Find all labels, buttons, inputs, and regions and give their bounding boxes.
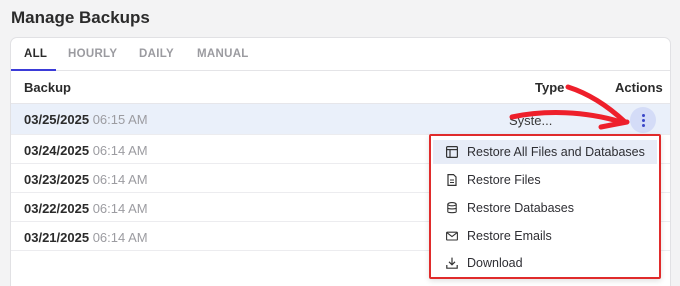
time-text: 06:14 AM: [92, 143, 148, 158]
menu-item-label: Restore All Files and Databases: [467, 145, 645, 159]
date-text: 03/25/2025: [24, 112, 90, 127]
menu-item-download[interactable]: Download: [433, 251, 657, 275]
time-text: 06:15 AM: [92, 112, 148, 127]
actions-dropdown-menu: Restore All Files and Databases Restore …: [429, 134, 661, 279]
dot-icon: [641, 123, 645, 127]
tab-bar: ALL HOURLY DAILY MANUAL: [11, 38, 670, 71]
date-text: 03/22/2025: [24, 201, 90, 216]
window-icon: [446, 146, 458, 158]
download-icon: [446, 257, 458, 269]
time-text: 06:14 AM: [92, 172, 148, 187]
menu-item-restore-databases[interactable]: Restore Databases: [433, 196, 657, 220]
database-icon: [447, 202, 457, 214]
dot-icon: [641, 113, 645, 117]
menu-item-label: Restore Emails: [467, 229, 552, 243]
backup-date: 03/25/2025 06:15 AM: [24, 112, 148, 127]
file-icon: [447, 174, 457, 186]
annotation-arrow-icon: [509, 84, 630, 130]
mail-icon: [446, 231, 458, 241]
time-text: 06:14 AM: [92, 201, 148, 216]
date-text: 03/23/2025: [24, 172, 90, 187]
menu-item-label: Restore Files: [467, 173, 541, 187]
menu-item-label: Restore Databases: [467, 201, 575, 215]
time-text: 06:14 AM: [92, 230, 148, 245]
date-text: 03/21/2025: [24, 230, 90, 245]
backup-date: 03/24/2025 06:14 AM: [24, 143, 148, 158]
date-text: 03/24/2025: [24, 143, 90, 158]
column-backup: Backup: [24, 80, 71, 95]
backup-date: 03/22/2025 06:14 AM: [24, 201, 148, 216]
dot-icon: [641, 118, 645, 122]
menu-item-restore-files[interactable]: Restore Files: [433, 168, 657, 192]
menu-item-restore-emails[interactable]: Restore Emails: [433, 224, 657, 248]
tab-hourly[interactable]: HOURLY: [68, 48, 117, 60]
menu-item-label: Download: [467, 256, 523, 270]
page-title: Manage Backups: [11, 8, 150, 27]
tab-daily[interactable]: DAILY: [139, 48, 174, 60]
backup-date: 03/21/2025 06:14 AM: [24, 230, 148, 245]
tab-manual[interactable]: MANUAL: [197, 48, 249, 60]
backup-date: 03/23/2025 06:14 AM: [24, 172, 148, 187]
menu-item-restore-all[interactable]: Restore All Files and Databases: [433, 140, 657, 164]
tab-all[interactable]: ALL: [24, 48, 47, 60]
